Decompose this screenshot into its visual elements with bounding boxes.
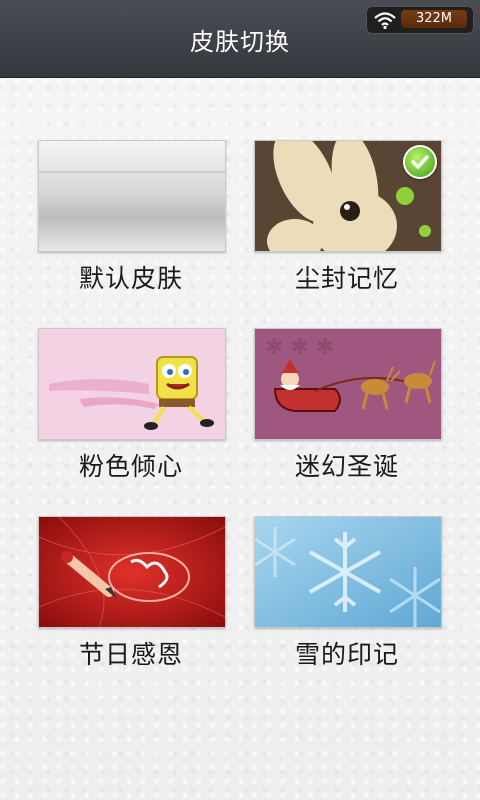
svg-text:✱ ✱ ✱: ✱ ✱ ✱ [265, 335, 334, 360]
christmas-sleigh-thumbnail: ✱ ✱ ✱ [255, 329, 441, 439]
skin-thumbnail-pink[interactable] [38, 328, 226, 440]
skin-thumbnail-thanksgiving[interactable] [38, 516, 226, 628]
skin-thumbnail-dusty-memory[interactable] [254, 140, 442, 252]
pink-cartoon-thumbnail [39, 329, 225, 439]
skin-thumbnail-christmas[interactable]: ✱ ✱ ✱ [254, 328, 442, 440]
festival-pen-thumbnail [39, 517, 225, 627]
skin-label: 粉色倾心 [78, 452, 183, 481]
selected-check-icon [403, 145, 437, 179]
skin-thumbnail-default[interactable] [38, 140, 226, 252]
skin-label: 默认皮肤 [78, 264, 183, 293]
skin-thumbnail-snow[interactable] [254, 516, 442, 628]
skin-grid: 默认皮肤 尘封记忆 粉色倾心 ✱ ✱ ✱ 迷幻圣诞 节日感恩 雪的印记 [0, 0, 480, 800]
skin-label: 雪的印记 [294, 640, 399, 669]
skin-label: 尘封记忆 [294, 264, 399, 293]
skin-label: 节日感恩 [78, 640, 183, 669]
snowflake-thumbnail [255, 517, 441, 627]
skin-label: 迷幻圣诞 [294, 452, 399, 481]
gray-gradient-thumbnail [39, 141, 225, 251]
